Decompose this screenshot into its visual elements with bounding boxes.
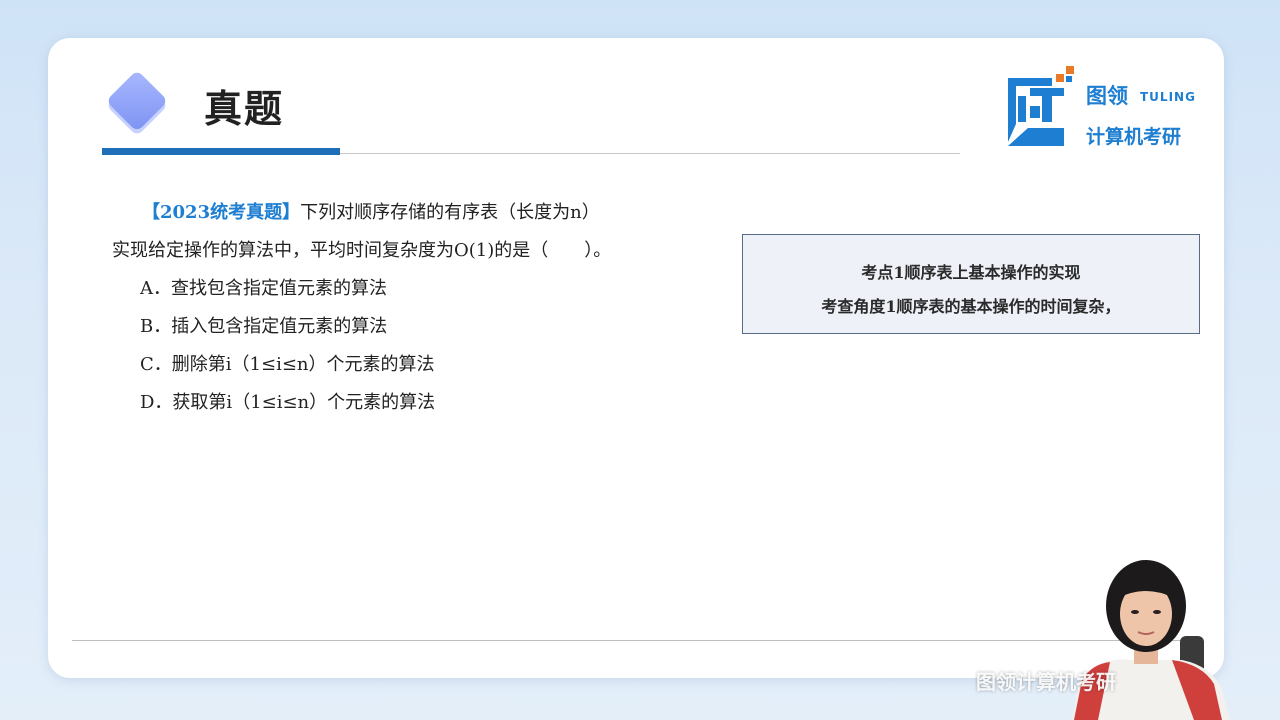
question-line-1: 【2023统考真题】下列对顺序存储的有序表（长度为n） (112, 194, 712, 232)
slide: 真题 图领 TULING 计算机考研 【2023统考真题】下列对顺序存储的有序表… (48, 38, 1224, 678)
presenter-image (1072, 560, 1230, 720)
tuling-logo-icon (1008, 66, 1074, 146)
option-d: D．获取第i（1≤i≤n）个元素的算法 (140, 392, 436, 413)
logo-name: 图领 (1086, 84, 1128, 108)
title-underline-accent (102, 148, 340, 155)
logo-subtitle: 计算机考研 (1086, 126, 1182, 148)
question-line-2: 实现给定操作的算法中，平均时间复杂度为O(1)的是（ ）。 (112, 240, 612, 261)
question-tag: 【2023统考真题】 (142, 202, 301, 223)
slide-title: 真题 (204, 87, 285, 131)
watermark-text: 图领计算机考研 (976, 670, 1116, 694)
knowledge-point-line-1: 考点1顺序表上基本操作的实现 (861, 263, 1081, 282)
diamond-icon (105, 69, 172, 133)
option-b: B．插入包含指定值元素的算法 (140, 316, 388, 337)
title-underline (340, 153, 960, 154)
knowledge-point-line-2: 考查角度1顺序表的基本操作的时间复杂， (821, 297, 1121, 316)
presenter-video (1062, 560, 1280, 720)
knowledge-point-box: 考点1顺序表上基本操作的实现 考查角度1顺序表的基本操作的时间复杂， (742, 234, 1200, 334)
logo-english: TULING (1140, 90, 1196, 104)
option-a: A．查找包含指定值元素的算法 (140, 278, 387, 299)
bottom-divider (72, 640, 1182, 641)
option-c: C．删除第i（1≤i≤n）个元素的算法 (140, 354, 435, 375)
question-block: 【2023统考真题】下列对顺序存储的有序表（长度为n） 实现给定操作的算法中，平… (112, 194, 712, 422)
tuling-logo: 图领 TULING 计算机考研 (1004, 66, 1204, 150)
question-text-1: 下列对顺序存储的有序表（长度为n） (300, 202, 600, 223)
